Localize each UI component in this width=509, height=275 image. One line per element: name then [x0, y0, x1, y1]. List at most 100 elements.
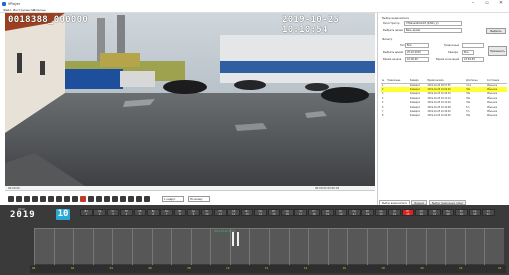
layout-icon[interactable]	[120, 196, 126, 202]
day-cell[interactable]: Чт 17	[294, 209, 307, 216]
year-display[interactable]: 2019	[10, 210, 36, 220]
day-cell[interactable]: Пт 4	[120, 209, 133, 216]
stop-icon[interactable]	[8, 196, 14, 202]
next-icon[interactable]	[56, 196, 62, 202]
day-cell[interactable]: Чт 3	[106, 209, 120, 217]
day-cell[interactable]: Вт 8	[173, 209, 187, 216]
day-number: 4	[125, 213, 128, 217]
video-viewport[interactable]: 0018388_000000 2019-10-25 10:10:54	[5, 13, 375, 186]
playback-timeline[interactable]: 00:00:00 00:00:00 00:00:04	[5, 186, 375, 191]
prev-icon[interactable]	[16, 196, 22, 202]
axis-label: 20	[420, 267, 424, 270]
type-select[interactable]: Все	[405, 43, 429, 48]
day-number: 2	[98, 213, 101, 217]
day-cell[interactable]: Ср 30	[468, 209, 482, 217]
day-number: 24	[392, 213, 397, 217]
fast-icon[interactable]	[72, 196, 78, 202]
export-icon[interactable]	[128, 196, 134, 202]
hour-tick	[327, 229, 329, 265]
day-number: 17	[299, 213, 303, 217]
hour-tick	[190, 229, 192, 265]
day-number: 15	[272, 213, 276, 217]
day-cell[interactable]: Ср 16	[281, 209, 294, 216]
volume-icon[interactable]	[104, 196, 110, 202]
table-row[interactable]: 8 Камера1 2019-10-25 10:20:00 30s Обычное	[381, 114, 507, 118]
forward-icon[interactable]	[48, 196, 54, 202]
clip-icon[interactable]	[96, 196, 102, 202]
day-cell[interactable]: Вт 22	[361, 209, 374, 216]
app-icon	[2, 1, 6, 6]
day-cell[interactable]: Пт 25	[401, 209, 415, 217]
day-cell[interactable]: Сб 12	[227, 209, 240, 216]
day-cell[interactable]: Пн 21	[348, 209, 361, 216]
rewind-icon[interactable]	[24, 196, 30, 202]
close-button[interactable]: ✕	[494, 0, 508, 7]
mode-select[interactable]: По всему	[188, 196, 210, 202]
day-cell[interactable]: Чт 31	[482, 209, 495, 216]
axis-label: 04	[109, 267, 113, 270]
day-cell[interactable]: Пн 7	[160, 209, 173, 216]
menu-help[interactable]: Помощь	[33, 8, 46, 12]
pause-icon[interactable]	[40, 196, 46, 202]
fullscreen-icon[interactable]	[112, 196, 118, 202]
source-select[interactable]: Весь архив	[404, 28, 462, 33]
table-cell: Обычное	[486, 114, 498, 118]
day-cell[interactable]: Вт 29	[455, 209, 468, 216]
day-cell[interactable]: Сб 19	[321, 209, 334, 216]
snapshot-icon[interactable]	[88, 196, 94, 202]
info-icon[interactable]	[144, 196, 150, 202]
day-cell[interactable]: Чт 10	[200, 209, 214, 216]
day-cell[interactable]: Ср 9	[187, 209, 200, 216]
axis-label: 14	[303, 267, 308, 270]
day-cell[interactable]: Вс 6	[147, 209, 160, 216]
end-time-field[interactable]: 23:59:59	[462, 57, 484, 62]
slow-icon[interactable]	[64, 196, 70, 202]
table-cell: Камера1	[409, 114, 420, 118]
start-time-field[interactable]: 10:00:00	[405, 57, 429, 62]
minimize-button[interactable]: –	[466, 0, 480, 7]
camera-select[interactable]: Все	[462, 50, 474, 55]
day-cell[interactable]: Ср 2	[93, 209, 106, 216]
restore-button[interactable]: ▫	[480, 0, 494, 7]
day-number: 31	[486, 213, 490, 217]
menu-file[interactable]: Файл	[3, 8, 11, 12]
apply-button[interactable]: Применить	[488, 46, 507, 56]
day-cell[interactable]: Сб 5	[133, 209, 147, 217]
table-cell	[386, 114, 409, 118]
day-cell[interactable]: Пн 14	[254, 209, 267, 216]
hours-area[interactable]: 2019-10-25 10:02	[34, 228, 504, 265]
source-label: Выбрать архив	[383, 29, 403, 32]
day-cell[interactable]: Вт 15	[267, 209, 281, 217]
axis-label: 18	[381, 267, 385, 270]
event-select[interactable]	[462, 43, 484, 48]
day-number: 25	[406, 213, 410, 217]
menu-tools[interactable]: Инструменты	[13, 8, 34, 12]
day-number: 30	[473, 213, 477, 217]
day-cell[interactable]: Вс 27	[428, 209, 441, 216]
day-number: 1	[85, 213, 88, 217]
settings-icon[interactable]	[136, 196, 142, 202]
axis-label: 22	[459, 267, 463, 270]
axis-label: 00	[32, 267, 36, 270]
day-number: 3	[112, 213, 114, 217]
window-title: VPlayer	[8, 1, 21, 6]
record-icon[interactable]	[80, 196, 86, 202]
day-cell[interactable]: Ср 23	[374, 209, 388, 216]
day-cell[interactable]: Сб 26	[415, 209, 428, 216]
day-cell[interactable]: Пт 18	[307, 209, 321, 216]
day-number: 5	[139, 213, 141, 217]
day-cell[interactable]: Вс 13	[240, 209, 254, 216]
play-icon[interactable]	[32, 196, 38, 202]
day-cell[interactable]: Чт 24	[388, 209, 401, 216]
date-field[interactable]: 25.10.2019	[405, 50, 429, 55]
month-display[interactable]: 10	[56, 209, 70, 220]
day-cell[interactable]: Вт 1	[80, 209, 93, 216]
select-button[interactable]: Выбрать	[486, 28, 506, 34]
day-cell[interactable]: Вс 20	[334, 209, 348, 216]
day-number: 27	[433, 213, 437, 217]
speed-select[interactable]: 1 кадр/с	[162, 196, 184, 202]
registrar-select[interactable]: VTRanaoRider18 (S/N11_2)	[404, 21, 462, 26]
day-cell[interactable]: Пн 28	[441, 209, 455, 216]
day-cell[interactable]: Пт 11	[214, 209, 227, 216]
axis-label: 06	[148, 267, 152, 270]
